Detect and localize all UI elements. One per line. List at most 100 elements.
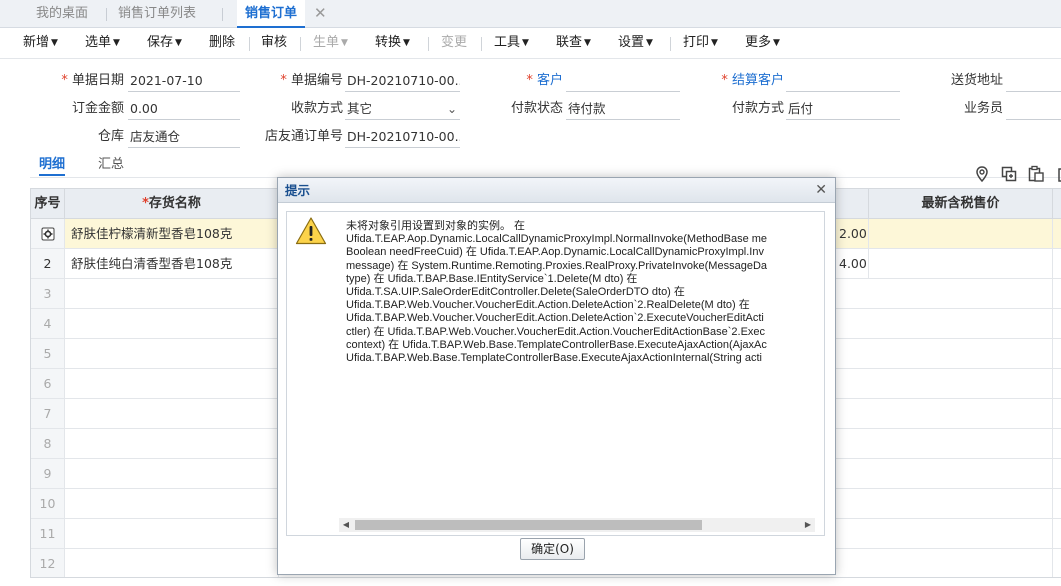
warehouse-field[interactable]: 店友通仓 (128, 126, 240, 148)
doc-no-label: 单据编号 (272, 72, 343, 90)
audit-button-label: 审核 (261, 35, 288, 50)
item-name-cell[interactable] (65, 369, 279, 398)
item-name-cell[interactable] (65, 339, 279, 368)
dialog-title-bar[interactable]: 提示 ✕ (278, 178, 835, 203)
price-cell[interactable] (869, 399, 1053, 428)
warning-icon (295, 217, 327, 245)
tab-sales-order[interactable]: 销售订单 (237, 0, 306, 28)
scroll-left-arrow-icon[interactable]: ◀ (339, 518, 353, 532)
row-settings-icon[interactable] (31, 219, 65, 248)
price-cell[interactable] (869, 249, 1053, 278)
select-doc-button[interactable]: 选单 ▼ (85, 28, 120, 59)
row-index: 5 (31, 339, 65, 368)
item-name-cell[interactable] (65, 279, 279, 308)
ship-address-field[interactable] (1006, 70, 1061, 92)
chevron-down-icon: ▼ (51, 38, 58, 48)
settle-customer-label[interactable]: 结算客户 (700, 72, 784, 90)
scroll-right-arrow-icon[interactable]: ▶ (801, 518, 815, 532)
price-cell[interactable] (869, 309, 1053, 338)
tab-bar: 我的桌面 销售订单列表 销售订单 ✕ (0, 0, 1061, 28)
collect-method-select[interactable]: 其它 ⌄ (345, 98, 460, 120)
deposit-label: 订金金额 (71, 101, 124, 116)
amount-cell[interactable]: 2.00 (839, 219, 869, 248)
price-cell[interactable] (869, 219, 1053, 248)
error-message-text: 未将对象引用设置到对象的实例。 在 Ufida.T.EAP.Aop.Dynami… (346, 220, 768, 365)
print-button-label: 打印 (683, 35, 710, 50)
price-cell[interactable] (869, 339, 1053, 368)
doc-date-label: 单据日期 (50, 72, 124, 90)
horizontal-scrollbar[interactable]: ◀ ▶ (339, 518, 815, 532)
change-button[interactable]: 变更 (441, 28, 467, 59)
deposit-field[interactable]: 0.00 (128, 98, 240, 120)
row-index: 7 (31, 399, 65, 428)
subtab-detail[interactable]: 明细 (39, 156, 66, 176)
collect-method-value: 其它 (347, 101, 373, 116)
convert-button[interactable]: 转换 ▼ (375, 28, 410, 59)
tab-separator (106, 8, 107, 21)
chevron-down-icon: ⌄ (446, 102, 457, 116)
customer-label[interactable]: 客户 (500, 72, 563, 90)
location-pin-icon[interactable] (973, 165, 991, 183)
settings-button[interactable]: 设置 ▼ (618, 28, 653, 59)
price-cell[interactable] (869, 459, 1053, 488)
header-latest-price: 最新含税售价 (869, 189, 1053, 219)
pay-method-label: 付款方式 (731, 101, 784, 116)
row-index: 12 (31, 549, 65, 577)
row-index: 3 (31, 279, 65, 308)
row-index: 2 (31, 249, 65, 278)
delete-button[interactable]: 删除 (209, 28, 235, 59)
scrollbar-thumb[interactable] (355, 520, 702, 530)
new-button[interactable]: 新增 ▼ (23, 28, 58, 59)
delete-row-icon[interactable] (1053, 165, 1061, 183)
row-index: 10 (31, 489, 65, 518)
header-item-name[interactable]: *存货名称 (65, 189, 279, 219)
dialog-message-area[interactable]: 未将对象引用设置到对象的实例。 在 Ufida.T.EAP.Aop.Dynami… (286, 211, 825, 536)
tab-sales-order-list[interactable]: 销售订单列表 (118, 0, 196, 28)
ok-button[interactable]: 确定(O) (520, 538, 585, 560)
tab-my-desktop[interactable]: 我的桌面 (36, 0, 88, 28)
pay-status-field: 待付款 (566, 98, 680, 120)
item-name-cell[interactable] (65, 549, 279, 577)
item-name-cell[interactable]: 舒肤佳柠檬清新型香皂108克 (65, 219, 279, 248)
settle-customer-field[interactable] (786, 70, 900, 92)
doc-no-field[interactable]: DH-20210710-00... (345, 70, 460, 92)
price-cell[interactable] (869, 519, 1053, 548)
dialog-title: 提示 (285, 183, 311, 198)
toolbar: 新增 ▼ 选单 ▼ 保存 ▼ 删除 审核 生单 ▼ 转换 ▼ 变更 工具 ▼ 联查 ▼ 设置 ▼… (0, 28, 1061, 59)
audit-button[interactable]: 审核 (261, 28, 287, 59)
item-name-cell[interactable] (65, 519, 279, 548)
generate-doc-button[interactable]: 生单 ▼ (313, 28, 348, 59)
amount-cell[interactable]: 4.00 (839, 249, 869, 278)
item-name-cell[interactable] (65, 429, 279, 458)
price-cell[interactable] (869, 369, 1053, 398)
more-button[interactable]: 更多 ▼ (745, 28, 780, 59)
row-index: 9 (31, 459, 65, 488)
item-name-cell[interactable] (65, 459, 279, 488)
print-button[interactable]: 打印 ▼ (683, 28, 718, 59)
item-name-cell[interactable] (65, 309, 279, 338)
close-icon[interactable]: ✕ (815, 178, 827, 203)
tools-button[interactable]: 工具 ▼ (494, 28, 529, 59)
change-button-label: 变更 (441, 35, 468, 50)
linked-query-button[interactable]: 联查 ▼ (556, 28, 591, 59)
chevron-down-icon: ▼ (711, 38, 718, 48)
price-cell[interactable] (869, 489, 1053, 518)
item-name-cell[interactable] (65, 399, 279, 428)
price-cell[interactable] (869, 279, 1053, 308)
price-cell[interactable] (869, 549, 1053, 577)
delete-button-label: 删除 (209, 35, 236, 50)
save-button[interactable]: 保存 ▼ (147, 28, 182, 59)
copy-row-icon[interactable] (1000, 165, 1018, 183)
price-cell[interactable] (869, 429, 1053, 458)
row-index: 8 (31, 429, 65, 458)
paste-row-icon[interactable] (1027, 165, 1045, 183)
doc-date-field[interactable]: 2021-07-10 (128, 70, 240, 92)
item-name-cell[interactable] (65, 489, 279, 518)
close-tab-icon[interactable]: ✕ (314, 0, 327, 28)
header-index: 序号 (31, 189, 65, 219)
salesman-field[interactable] (1006, 98, 1061, 120)
header-item-name-text: 存货名称 (148, 196, 201, 211)
item-name-cell[interactable]: 舒肤佳纯白清香型香皂108克 (65, 249, 279, 278)
customer-field[interactable] (566, 70, 680, 92)
subtab-summary[interactable]: 汇总 (98, 156, 124, 176)
